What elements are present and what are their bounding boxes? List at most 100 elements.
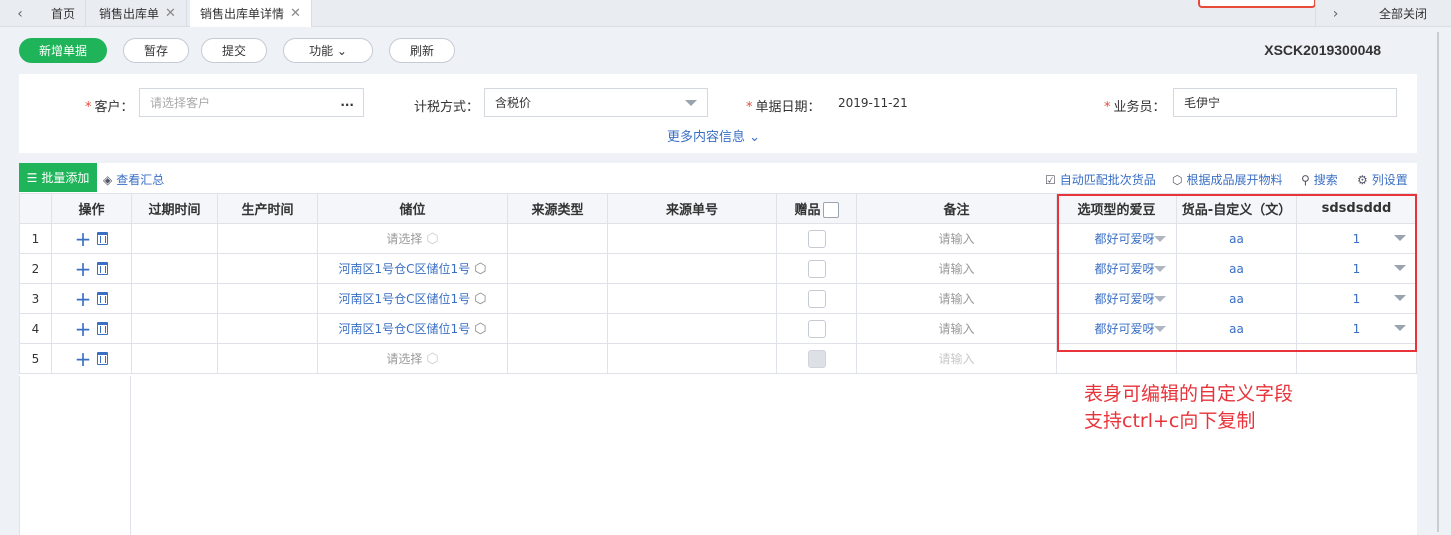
idol-select-cell[interactable]: 都好可爱呀: [1056, 253, 1177, 284]
view-summary-link[interactable]: ◈ 查看汇总: [103, 171, 164, 188]
tab-sales-outbound[interactable]: 销售出库单 ✕: [89, 0, 187, 27]
sdsdsddd-select-cell[interactable]: 1: [1296, 283, 1417, 314]
trash-icon[interactable]: [97, 322, 109, 335]
functions-dropdown-button[interactable]: 功能 ⌄: [283, 38, 373, 63]
expiry-cell[interactable]: [131, 283, 218, 314]
col-header-custom-text[interactable]: 货品-自定义（文）: [1176, 193, 1297, 224]
cube-icon[interactable]: ⬡: [474, 321, 486, 337]
custom-text-cell[interactable]: aa: [1176, 283, 1297, 314]
sdsdsddd-select-cell[interactable]: [1296, 343, 1417, 374]
row-number: 5: [19, 343, 52, 374]
salesman-input[interactable]: 毛伊宁: [1173, 88, 1397, 117]
note-cell[interactable]: 请输入: [856, 223, 1057, 254]
plus-icon[interactable]: +: [75, 229, 92, 249]
idol-select-cell[interactable]: 都好可爱呀: [1056, 283, 1177, 314]
new-document-button[interactable]: 新增单据: [19, 38, 107, 63]
col-header-gift[interactable]: 赠品: [776, 193, 857, 224]
gift-checkbox[interactable]: [807, 259, 826, 278]
plus-icon[interactable]: +: [75, 319, 92, 339]
location-cell[interactable]: 请选择 ⬡: [317, 223, 508, 254]
tab-home[interactable]: 首页: [41, 0, 87, 27]
close-icon[interactable]: ✕: [290, 6, 301, 21]
expand-materials-link[interactable]: ⬡ 根据成品展开物料: [1172, 171, 1283, 188]
col-header-sdsdsddd[interactable]: sdsdsddd: [1296, 193, 1417, 224]
customer-select-input[interactable]: 请选择客户 ...: [139, 88, 364, 117]
production-date-cell[interactable]: [217, 223, 318, 254]
gift-checkbox[interactable]: [807, 289, 826, 308]
note-cell[interactable]: 请输入: [856, 283, 1057, 314]
tax-method-select[interactable]: 含税价: [484, 88, 708, 117]
col-header-source-type[interactable]: 来源类型: [507, 193, 608, 224]
cube-icon[interactable]: ⬡: [474, 261, 486, 277]
note-cell[interactable]: 请输入: [856, 253, 1057, 284]
expiry-cell[interactable]: [131, 343, 218, 374]
sdsdsddd-select-cell[interactable]: 1: [1296, 223, 1417, 254]
document-date[interactable]: 2019-11-21: [838, 96, 908, 110]
tab-sales-outbound-detail-label: 销售出库单详情: [200, 7, 285, 21]
tab-next-arrow-icon[interactable]: ›: [1315, 0, 1355, 27]
more-info-toggle[interactable]: 更多内容信息 ⌄: [667, 126, 760, 145]
save-draft-button[interactable]: 暂存: [123, 38, 189, 63]
trash-icon[interactable]: [97, 232, 109, 245]
custom-text-cell[interactable]: [1176, 343, 1297, 374]
col-header-production-date[interactable]: 生产时间: [217, 193, 318, 224]
trash-icon[interactable]: [97, 262, 109, 275]
search-link[interactable]: ⚲ 搜索: [1301, 171, 1338, 188]
check-box-icon: ☑: [1045, 172, 1056, 187]
custom-text-cell[interactable]: aa: [1176, 253, 1297, 284]
submit-button[interactable]: 提交: [201, 38, 267, 63]
production-date-cell[interactable]: [217, 253, 318, 284]
col-header-actions: 操作: [51, 193, 132, 224]
custom-text-cell[interactable]: aa: [1176, 223, 1297, 254]
cube-icon[interactable]: ⬡: [426, 351, 438, 367]
column-settings-link[interactable]: ⚙ 列设置: [1357, 171, 1408, 188]
close-icon[interactable]: ✕: [165, 6, 176, 21]
sdsdsddd-select-cell[interactable]: 1: [1296, 253, 1417, 284]
gift-checkbox[interactable]: [807, 319, 826, 338]
location-cell[interactable]: 请选择 ⬡: [317, 343, 508, 374]
idol-select-cell[interactable]: 都好可爱呀: [1056, 223, 1177, 254]
tab-bar: ‹ 首页 销售出库单 ✕ 销售出库单详情 ✕ › 全部关闭: [0, 0, 1451, 27]
more-icon[interactable]: ...: [340, 95, 354, 109]
tab-sales-outbound-detail[interactable]: 销售出库单详情 ✕: [190, 0, 312, 27]
batch-add-button[interactable]: ☰ 批量添加: [19, 163, 97, 192]
note-placeholder: 请输入: [938, 232, 975, 246]
col-header-expiry[interactable]: 过期时间: [131, 193, 218, 224]
close-all-tabs-button[interactable]: 全部关闭: [1379, 0, 1427, 27]
trash-icon[interactable]: [97, 352, 109, 365]
plus-icon[interactable]: +: [75, 349, 92, 369]
expiry-cell[interactable]: [131, 253, 218, 284]
note-cell[interactable]: 请输入: [856, 343, 1057, 374]
plus-icon[interactable]: +: [75, 259, 92, 279]
production-date-cell[interactable]: [217, 283, 318, 314]
idol-select-cell[interactable]: 都好可爱呀: [1056, 313, 1177, 344]
idol-select-cell[interactable]: [1056, 343, 1177, 374]
expiry-cell[interactable]: [131, 223, 218, 254]
chevron-down-icon: [1394, 235, 1406, 241]
production-date-cell[interactable]: [217, 313, 318, 344]
vertical-scrollbar[interactable]: [1417, 27, 1451, 535]
production-date-cell[interactable]: [217, 343, 318, 374]
refresh-button[interactable]: 刷新: [389, 38, 455, 63]
location-cell[interactable]: 河南区1号仓C区储位1号 ⬡: [317, 313, 508, 344]
tab-prev-arrow-icon[interactable]: ‹: [0, 0, 40, 27]
col-header-source-number[interactable]: 来源单号: [607, 193, 777, 224]
location-cell[interactable]: 河南区1号仓C区储位1号 ⬡: [317, 253, 508, 284]
col-header-location[interactable]: 储位: [317, 193, 508, 224]
gift-checkbox[interactable]: [807, 349, 826, 368]
col-header-idol-option[interactable]: 选项型的爱豆: [1056, 193, 1177, 224]
expiry-cell[interactable]: [131, 313, 218, 344]
location-cell[interactable]: 河南区1号仓C区储位1号 ⬡: [317, 283, 508, 314]
plus-icon[interactable]: +: [75, 289, 92, 309]
select-all-gift-checkbox[interactable]: [822, 202, 839, 219]
gift-checkbox[interactable]: [807, 229, 826, 248]
col-header-note[interactable]: 备注: [856, 193, 1057, 224]
cube-icon[interactable]: ⬡: [426, 231, 438, 247]
cube-icon[interactable]: ⬡: [474, 291, 486, 307]
scrollbar-thumb[interactable]: [1437, 32, 1439, 532]
trash-icon[interactable]: [97, 292, 109, 305]
auto-match-batch-link[interactable]: ☑ 自动匹配批次货品: [1045, 171, 1156, 188]
note-cell[interactable]: 请输入: [856, 313, 1057, 344]
sdsdsddd-select-cell[interactable]: 1: [1296, 313, 1417, 344]
custom-text-cell[interactable]: aa: [1176, 313, 1297, 344]
